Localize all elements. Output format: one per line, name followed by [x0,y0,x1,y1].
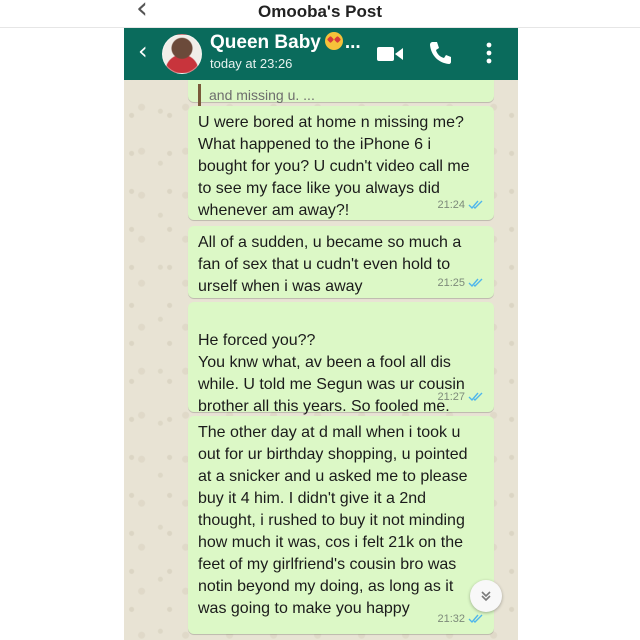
contact-name-ellipsis: ... [344,32,361,53]
message-text: The other day at d mall when i took u ou… [198,424,468,617]
contact-avatar[interactable] [162,34,202,74]
chat-header: ‹ Queen Baby... today at 23:26 [124,28,518,80]
message-meta: 21:32 [437,608,484,630]
star-struck-emoji-icon [324,32,343,50]
contact-name-text: Queen Baby [210,32,321,53]
chat-back-icon[interactable]: ‹ [138,38,148,64]
message-meta: 21:24 [437,194,484,216]
read-receipt-icon [468,614,483,624]
last-seen: today at 23:26 [210,56,293,71]
read-receipt-icon [468,392,483,402]
read-receipt-icon [468,200,483,210]
message-bubble[interactable]: The other day at d mall when i took u ou… [188,416,494,634]
message-bubble[interactable]: U were bored at home n missing me? What … [188,106,494,220]
double-chevron-down-icon [481,591,491,602]
video-call-icon[interactable] [376,43,404,65]
voice-call-icon[interactable] [428,40,452,66]
message-meta: 21:27 [437,386,484,408]
scroll-to-bottom-button[interactable] [470,580,502,612]
message-time: 21:24 [437,199,465,211]
read-receipt-icon [468,278,483,288]
message-time: 21:27 [437,391,465,403]
message-time: 21:32 [437,613,465,625]
message-bubble[interactable]: He forced you?? You knw what, av been a … [188,302,494,415]
message-time: 21:25 [437,277,465,289]
quoted-message: and missing u. ... [198,84,484,106]
contact-name[interactable]: Queen Baby... [210,32,361,54]
more-options-icon[interactable] [482,40,496,66]
post-header: ‹ Omooba's Post [0,0,640,28]
post-title: Omooba's Post [257,2,382,21]
chat-screenshot: ‹ Queen Baby... today at 23:26 and missi… [124,28,518,640]
message-meta: 21:25 [437,272,484,294]
message-bubble[interactable]: All of a sudden, u became so much a fan … [188,226,494,298]
